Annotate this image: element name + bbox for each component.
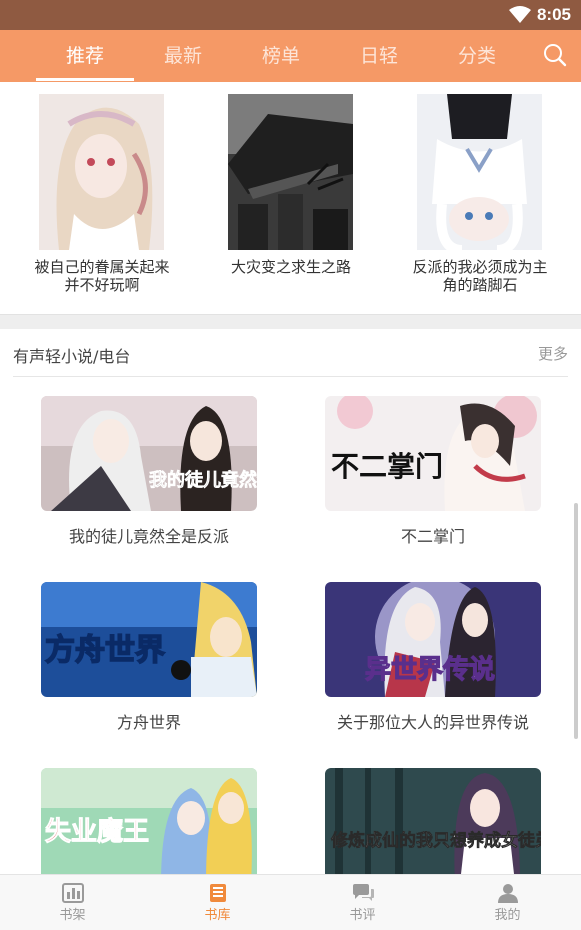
- audio-cover-title: 修炼成仙的我只想养成女徒弟: [330, 830, 541, 850]
- book-card[interactable]: 大灾变之求生之路: [228, 94, 354, 276]
- book-cover[interactable]: [228, 94, 353, 250]
- wifi-icon: [509, 6, 531, 23]
- audio-cover[interactable]: 失业魔王: [41, 768, 257, 883]
- tab-ranking[interactable]: 榜单: [232, 30, 330, 82]
- search-icon[interactable]: [543, 43, 567, 67]
- book-card[interactable]: 被自己的眷属关起来并不好玩啊: [34, 94, 170, 294]
- tab-category[interactable]: 分类: [428, 30, 526, 82]
- book-cover[interactable]: [39, 94, 164, 250]
- audio-cover[interactable]: 我的徒儿竟然全是反派: [41, 396, 257, 511]
- audio-cover[interactable]: 不二掌门: [325, 396, 541, 511]
- audio-title[interactable]: 我的徒儿竟然全是反派: [41, 527, 257, 547]
- audio-cover[interactable]: 修炼成仙的我只想养成女徒弟: [325, 768, 541, 883]
- audio-cover[interactable]: 异世界传说: [325, 582, 541, 697]
- bottom-nav-bookshelf[interactable]: 书架: [0, 875, 145, 930]
- audio-title[interactable]: 关于那位大人的异世界传说: [325, 713, 541, 733]
- top-nav: 推荐 最新 榜单 日轻 分类: [0, 30, 581, 82]
- bottom-nav-label: 书评: [349, 908, 376, 923]
- audio-card[interactable]: 不二掌门 不二掌门: [325, 396, 541, 547]
- book-row: 被自己的眷属关起来并不好玩啊 大灾变之求生之路 反派的我必须成为主角的踏脚石: [0, 82, 581, 314]
- bottom-nav-label: 我的: [494, 908, 521, 923]
- book-title[interactable]: 大灾变之求生之路: [221, 258, 361, 276]
- book-card[interactable]: 反派的我必须成为主角的踏脚石: [412, 94, 548, 294]
- bottom-nav: 书架 书库 书评 我的: [0, 874, 581, 930]
- bookshelf-icon: [61, 883, 84, 903]
- bottom-nav-label: 书库: [204, 908, 231, 923]
- section-header: 有声轻小说/电台 更多: [0, 329, 581, 377]
- section-divider: [13, 376, 568, 377]
- status-bar: 8:05: [0, 0, 581, 30]
- audio-title[interactable]: 不二掌门: [325, 527, 541, 547]
- audio-cover[interactable]: 方舟世界: [41, 582, 257, 697]
- audio-cover-title: 我的徒儿竟然全是反派: [149, 469, 257, 490]
- comments-icon: [352, 884, 374, 901]
- audio-card[interactable]: 异世界传说 关于那位大人的异世界传说: [325, 582, 541, 733]
- status-time: 8:05: [536, 5, 571, 24]
- audio-card[interactable]: 方舟世界 方舟世界: [41, 582, 257, 733]
- more-link[interactable]: 更多: [538, 343, 568, 364]
- tab-recommend[interactable]: 推荐: [36, 30, 134, 82]
- tab-japanese-light[interactable]: 日轻: [330, 30, 428, 82]
- section-separator: [0, 314, 581, 329]
- audio-cover-title: 不二掌门: [331, 451, 443, 483]
- book-cover[interactable]: [417, 94, 542, 250]
- active-tab-indicator: [36, 78, 134, 81]
- profile-icon: [497, 884, 518, 903]
- audio-cover-title: 方舟世界: [45, 633, 165, 667]
- bottom-nav-reviews[interactable]: 书评: [290, 875, 435, 930]
- bottom-nav-label: 书架: [59, 908, 86, 923]
- tab-latest[interactable]: 最新: [134, 30, 232, 82]
- library-icon: [209, 884, 226, 902]
- scrollbar[interactable]: [574, 503, 578, 739]
- audio-card[interactable]: 我的徒儿竟然全是反派 我的徒儿竟然全是反派: [41, 396, 257, 547]
- book-title[interactable]: 被自己的眷属关起来并不好玩啊: [32, 258, 172, 294]
- section-title: 有声轻小说/电台: [13, 347, 131, 366]
- audio-cover-title: 失业魔王: [45, 817, 149, 846]
- audio-cover-title: 异世界传说: [365, 654, 495, 684]
- bottom-nav-profile[interactable]: 我的: [435, 875, 580, 930]
- audio-title[interactable]: 方舟世界: [41, 713, 257, 733]
- bottom-nav-library[interactable]: 书库: [145, 875, 290, 930]
- book-title[interactable]: 反派的我必须成为主角的踏脚石: [410, 258, 550, 294]
